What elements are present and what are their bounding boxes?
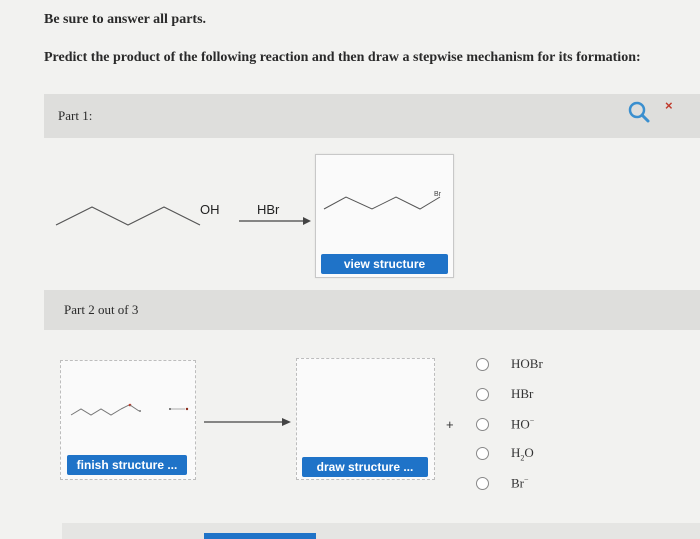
- instruction-line-2: Predict the product of the following rea…: [44, 50, 641, 65]
- reaction-arrow-icon: [239, 217, 311, 225]
- finish-structure-box[interactable]: finish structure ...: [60, 360, 196, 480]
- radio-icon[interactable]: [476, 477, 489, 490]
- search-icon[interactable]: [626, 99, 652, 125]
- draw-structure-button[interactable]: draw structure ...: [302, 457, 428, 477]
- option-label: HBr: [511, 386, 534, 401]
- radio-icon[interactable]: [476, 388, 489, 401]
- option-label: H2O: [511, 445, 534, 463]
- part2-header: Part 2 out of 3: [44, 290, 700, 330]
- option-water[interactable]: H2O: [476, 445, 596, 465]
- part1-label: Part 1:: [58, 108, 93, 123]
- finish-structure-button[interactable]: finish structure ...: [67, 455, 187, 475]
- reactant-oh-label: OH: [200, 202, 220, 217]
- product-structure-box[interactable]: Br view structure: [315, 154, 454, 278]
- next-part-strip: [62, 523, 700, 539]
- close-icon[interactable]: ×: [665, 98, 673, 113]
- product-structure: [323, 196, 441, 210]
- radio-icon[interactable]: [476, 418, 489, 431]
- intermediate-structure: [70, 403, 189, 416]
- option-hobr[interactable]: HOBr: [476, 356, 596, 376]
- next-button-partial[interactable]: [204, 533, 316, 539]
- mechanism-arrow-icon: [204, 418, 291, 426]
- option-hbr[interactable]: HBr: [476, 386, 596, 406]
- option-bromide[interactable]: Br−: [476, 475, 596, 495]
- plus-sign: +: [446, 417, 454, 432]
- option-hydroxide[interactable]: HO−: [476, 416, 596, 436]
- option-label: Br−: [511, 475, 529, 491]
- instruction-line-1: Be sure to answer all parts.: [44, 12, 207, 27]
- view-structure-button[interactable]: view structure: [321, 254, 448, 274]
- option-label: HO−: [511, 416, 535, 432]
- option-label: HOBr: [511, 356, 543, 371]
- part2-label: Part 2 out of 3: [64, 302, 139, 317]
- radio-icon[interactable]: [476, 358, 489, 371]
- draw-structure-box[interactable]: draw structure ...: [296, 358, 435, 480]
- product-br-label: Br: [434, 191, 441, 198]
- part1-header: Part 1:: [44, 94, 700, 138]
- radio-icon[interactable]: [476, 447, 489, 460]
